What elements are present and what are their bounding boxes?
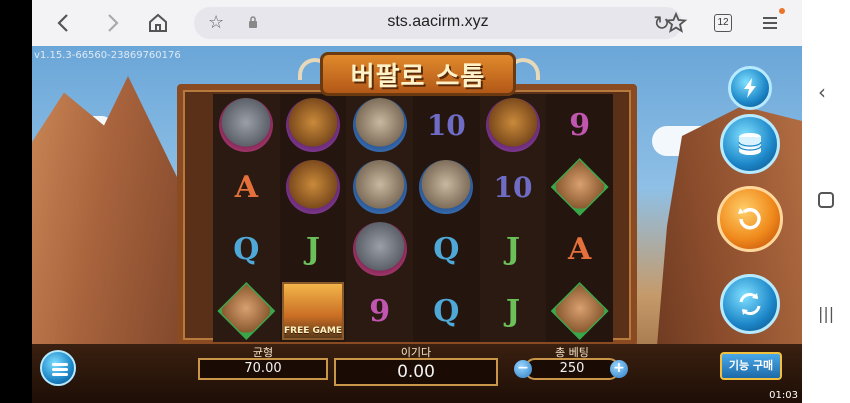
symbol-9: 9 [569, 107, 591, 143]
reel-cell [279, 156, 347, 218]
symbol-buffalo [285, 160, 340, 214]
reel-cell: Q [213, 218, 280, 280]
symbol-deer [217, 282, 276, 340]
symbol-q: Q [233, 231, 260, 267]
lightning-icon [744, 78, 756, 98]
reel-cell [213, 280, 280, 342]
hamburger-icon [52, 373, 68, 376]
forward-icon[interactable] [100, 11, 124, 35]
nav-recents-icon[interactable]: ||| [818, 304, 834, 323]
bet-coins-button[interactable] [720, 114, 780, 174]
tabs-icon[interactable]: 12 [714, 14, 732, 32]
bottom-panel: 균형 70.00 이기다 0.00 총 베팅 250 − + 기능 구매 01:… [32, 344, 802, 403]
symbol-10: 10 [426, 108, 466, 142]
hamburger-icon [52, 363, 68, 366]
symbol-j: J [505, 231, 521, 267]
nav-back-icon[interactable]: ‹ [818, 80, 826, 104]
coins-icon [738, 133, 762, 155]
url-text: sts.aacirm.xyz [387, 13, 489, 30]
spin-icon [738, 207, 761, 230]
symbol-buffalo [285, 98, 340, 152]
system-nav-bar: ‹ ||| [802, 0, 850, 403]
reel-frame: 10 9 A 10 Q J Q J A FREE GAME 9 Q J [177, 84, 637, 346]
notification-dot [779, 8, 785, 14]
bet-minus-button[interactable]: − [514, 360, 532, 378]
home-icon[interactable] [146, 11, 170, 35]
deer-icon [552, 160, 607, 214]
symbol-j: J [505, 293, 521, 329]
reel-cell: 10 [479, 156, 547, 218]
reel-cell [279, 94, 347, 156]
game-title: 버팔로 스톰 [350, 61, 486, 92]
buy-feature-button[interactable]: 기능 구매 [720, 352, 782, 380]
reel-cell: J [279, 218, 347, 280]
symbol-deer [550, 158, 609, 216]
hamburger-icon [52, 368, 68, 371]
turbo-button[interactable] [728, 66, 772, 110]
symbol-q: Q [433, 293, 460, 329]
bet-value: 250 [524, 358, 620, 380]
reel-grid: 10 9 A 10 Q J Q J A FREE GAME 9 Q J [213, 94, 613, 342]
symbol-cougar [352, 160, 407, 214]
symbol-wolf [219, 98, 274, 152]
reel-cell [346, 156, 413, 218]
reel-cell: 10 [412, 94, 480, 156]
game-canvas: v1.15.3-66560-23869760176 10 9 A 10 Q J Q J A FRE… [32, 46, 802, 403]
reel-cell [346, 94, 413, 156]
reel-cell [213, 94, 280, 156]
spin-button[interactable] [717, 186, 783, 252]
menu-icon[interactable] [758, 11, 782, 35]
symbol-buffalo [485, 98, 540, 152]
symbol-a: A [234, 169, 258, 205]
browser-toolbar: ☆ sts.aacirm.xyz ↻ 12 [32, 0, 802, 46]
hamburger-button[interactable] [40, 350, 76, 386]
reel-cell [412, 156, 480, 218]
reel-cell [546, 156, 613, 218]
reel-cell: Q [412, 280, 480, 342]
symbol-cougar [352, 98, 407, 152]
reel-cell: J [479, 218, 547, 280]
symbol-j: J [305, 231, 321, 267]
free-game-label: FREE GAME [284, 326, 342, 336]
bookmark-star-icon[interactable] [664, 11, 688, 35]
win-value: 0.00 [334, 358, 498, 386]
reel-cell: 9 [546, 94, 613, 156]
game-title-board: 버팔로 스톰 [320, 52, 516, 96]
deer-icon [552, 284, 607, 338]
bet-plus-button[interactable]: + [610, 360, 628, 378]
clock-text: 01:03 [769, 390, 798, 401]
autoplay-button[interactable] [720, 274, 780, 334]
symbol-cougar [419, 160, 474, 214]
reel-cell [479, 94, 547, 156]
reel-cell: FREE GAME [279, 280, 347, 342]
symbol-9: 9 [369, 293, 391, 329]
reel-cell: A [213, 156, 280, 218]
deer-icon [219, 284, 274, 338]
reel-cell: Q [412, 218, 480, 280]
address-bar[interactable]: ☆ sts.aacirm.xyz ↻ [194, 7, 682, 39]
reel-cell: J [479, 280, 547, 342]
symbol-10: 10 [493, 170, 533, 204]
symbol-wolf [352, 222, 407, 276]
reel-cell: 9 [346, 280, 413, 342]
reel-cell [546, 280, 613, 342]
symbol-a: A [568, 231, 592, 267]
symbol-q: Q [433, 231, 460, 267]
reel-cell [346, 218, 413, 280]
nav-home-icon[interactable] [818, 192, 834, 208]
symbol-free-game: FREE GAME [281, 282, 344, 340]
reel-cell: A [546, 218, 613, 280]
back-icon[interactable] [52, 11, 76, 35]
balance-value: 70.00 [198, 358, 328, 380]
autoplay-icon [739, 293, 761, 315]
version-text: v1.15.3-66560-23869760176 [34, 50, 181, 61]
symbol-deer [550, 282, 609, 340]
